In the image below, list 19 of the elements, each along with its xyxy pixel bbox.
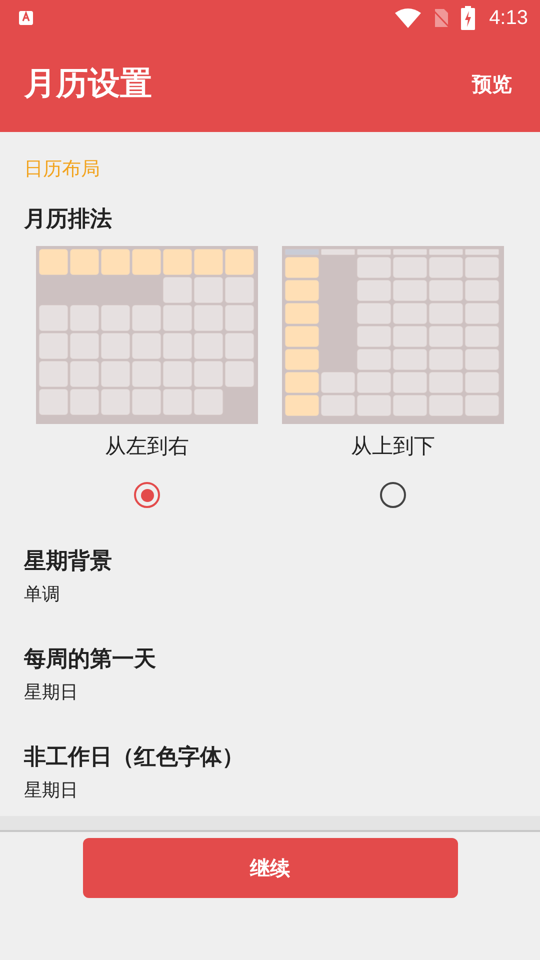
setting-title: 月历排法 (24, 206, 113, 234)
radio-button[interactable] (134, 482, 160, 508)
wifi-icon (395, 8, 422, 28)
section-header: 日历布局 (24, 157, 101, 182)
battery-charging-icon (461, 6, 476, 30)
option-label: 从左到右 (105, 433, 189, 460)
continue-button[interactable]: 继续 (82, 838, 458, 898)
app-notification-icon (18, 10, 34, 26)
screen-title: 月历设置 (24, 63, 152, 104)
setting-title[interactable]: 非工作日（红色字体） (24, 742, 244, 772)
preview-button[interactable]: 预览 (472, 66, 512, 102)
setting-value: 单调 (24, 583, 60, 606)
status-time: 4:13 (489, 6, 528, 30)
setting-value: 星期日 (24, 681, 78, 704)
setting-value: 星期日 (24, 779, 78, 802)
option-label: 从上到下 (351, 433, 435, 460)
radio-button[interactable] (380, 482, 406, 508)
setting-title[interactable]: 每周的第一天 (24, 644, 156, 674)
setting-title[interactable]: 星期背景 (24, 546, 112, 576)
